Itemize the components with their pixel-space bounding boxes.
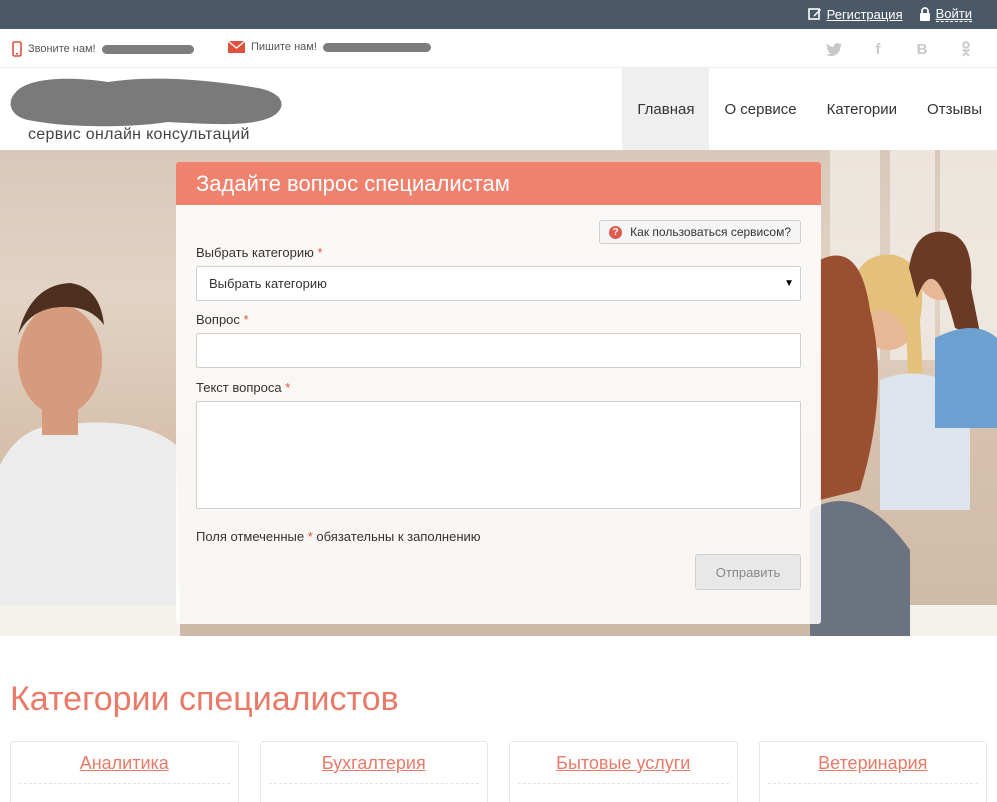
form-header: Задайте вопрос специалистам xyxy=(176,162,821,205)
required-mark: * xyxy=(285,380,291,395)
register-label: Регистрация xyxy=(826,6,903,22)
phone-icon xyxy=(12,41,22,57)
login-label: Войти xyxy=(935,6,972,22)
site-header: сервис онлайн консультаций Главная О сер… xyxy=(0,68,997,150)
nav-reviews[interactable]: Отзывы xyxy=(912,68,997,150)
note-text-after: обязательны к заполнению xyxy=(316,529,481,544)
student-man-image xyxy=(0,283,180,605)
register-link[interactable]: Регистрация xyxy=(807,6,903,22)
category-link-accounting[interactable]: Бухгалтерия xyxy=(261,753,488,774)
nav-categories[interactable]: Категории xyxy=(812,68,912,150)
help-button[interactable]: ? Как пользоваться сервисом? xyxy=(599,220,801,244)
envelope-icon xyxy=(228,41,245,53)
category-select-value: Выбрать категорию xyxy=(209,276,327,291)
question-input[interactable] xyxy=(196,333,801,368)
vk-icon[interactable]: B xyxy=(913,40,931,58)
phone-contact: Звоните нам! xyxy=(12,41,194,57)
submit-button[interactable]: Отправить xyxy=(695,554,801,590)
nav-home[interactable]: Главная xyxy=(622,68,710,150)
top-bar: Регистрация Войти xyxy=(0,0,997,29)
question-form-panel: Задайте вопрос специалистам ? Как пользо… xyxy=(176,162,821,624)
contact-bar: Звоните нам! Пишите нам! f B xyxy=(0,29,997,68)
required-mark: * xyxy=(243,312,249,327)
mail-label: Пишите нам! xyxy=(251,41,317,53)
phone-number-redacted xyxy=(101,44,194,54)
lock-icon xyxy=(919,7,930,21)
phone-label: Звоните нам! xyxy=(28,43,96,55)
question-text-label: Текст вопроса * xyxy=(196,380,290,395)
help-button-label: Как пользоваться сервисом? xyxy=(630,225,791,239)
divider xyxy=(767,783,978,784)
logo-redacted[interactable] xyxy=(8,74,284,130)
question-text-label-text: Текст вопроса xyxy=(196,380,282,395)
divider xyxy=(19,783,230,784)
required-mark: * xyxy=(307,529,313,544)
form-title: Задайте вопрос специалистам xyxy=(196,170,510,196)
note-text-before: Поля отмеченные xyxy=(196,529,305,544)
question-label-text: Вопрос xyxy=(196,312,240,327)
social-links: f B xyxy=(825,40,975,58)
email-redacted[interactable] xyxy=(322,42,431,52)
category-link-household[interactable]: Бытовые услуги xyxy=(510,753,737,774)
mail-contact: Пишите нам! xyxy=(228,41,431,53)
question-label: Вопрос * xyxy=(196,312,249,327)
category-card: Аналитика xyxy=(10,741,239,802)
category-label-text: Выбрать категорию xyxy=(196,245,314,260)
odnoklassniki-icon[interactable] xyxy=(957,40,975,58)
category-card: Бытовые услуги xyxy=(509,741,738,802)
category-card: Бухгалтерия xyxy=(259,741,488,802)
nav-about[interactable]: О сервисе xyxy=(709,68,811,150)
question-text-textarea[interactable] xyxy=(196,401,801,509)
edit-icon xyxy=(807,8,821,20)
auth-links: Регистрация Войти xyxy=(807,6,972,22)
divider xyxy=(518,783,729,784)
category-cards: Аналитика Бухгалтерия Бытовые услуги Вет… xyxy=(10,741,987,802)
divider xyxy=(268,783,479,784)
category-label: Выбрать категорию * xyxy=(196,245,323,260)
category-link-analytics[interactable]: Аналитика xyxy=(11,753,238,774)
required-mark: * xyxy=(317,245,323,260)
category-link-veterinary[interactable]: Ветеринария xyxy=(760,753,987,774)
twitter-icon[interactable] xyxy=(825,40,843,58)
categories-title: Категории специалистов xyxy=(10,680,399,718)
login-link[interactable]: Войти xyxy=(919,6,972,22)
question-icon: ? xyxy=(609,225,623,239)
category-select[interactable]: Выбрать категорию ▼ xyxy=(196,266,801,301)
category-card: Ветеринария xyxy=(758,741,987,802)
required-note: Поля отмеченные * обязательны к заполнен… xyxy=(196,529,481,544)
main-nav: Главная О сервисе Категории Отзывы xyxy=(622,68,997,150)
tagline: сервис онлайн консультаций xyxy=(28,126,250,143)
facebook-icon[interactable]: f xyxy=(869,40,887,58)
caret-down-icon: ▼ xyxy=(784,278,794,289)
